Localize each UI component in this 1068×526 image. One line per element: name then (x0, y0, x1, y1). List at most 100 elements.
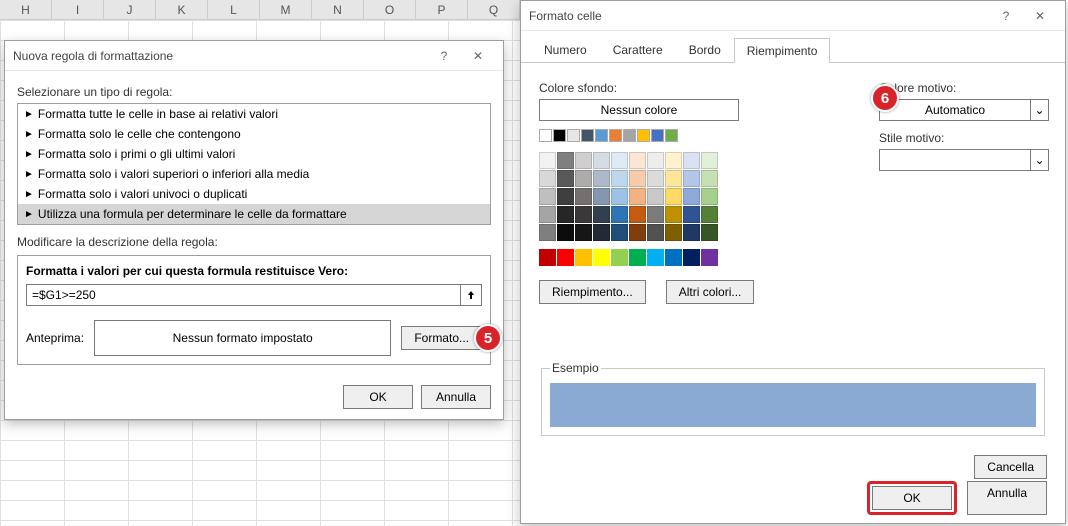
cancel-button[interactable]: Annulla (967, 481, 1047, 515)
pattern-style-select[interactable]: ⌄ (879, 149, 1049, 171)
color-swatch[interactable] (539, 170, 556, 187)
color-swatch[interactable] (593, 170, 610, 187)
color-swatch[interactable] (629, 249, 646, 266)
close-button[interactable]: ✕ (461, 44, 495, 68)
color-swatch[interactable] (557, 249, 574, 266)
tab-numero[interactable]: Numero (531, 37, 600, 62)
color-swatch[interactable] (609, 129, 622, 142)
color-swatch[interactable] (611, 224, 628, 241)
color-swatch[interactable] (623, 129, 636, 142)
color-swatch[interactable] (593, 206, 610, 223)
color-swatch[interactable] (557, 188, 574, 205)
color-swatch[interactable] (701, 206, 718, 223)
format-button[interactable]: Formato... (401, 326, 482, 350)
column-header[interactable]: H (0, 0, 52, 19)
color-swatch[interactable] (647, 152, 664, 169)
column-header[interactable]: O (364, 0, 416, 19)
color-swatch[interactable] (539, 188, 556, 205)
rule-type-item[interactable]: ►Formatta solo le celle che contengono (18, 124, 490, 144)
column-header[interactable]: M (260, 0, 312, 19)
color-swatch[interactable] (611, 170, 628, 187)
color-swatch[interactable] (593, 249, 610, 266)
color-swatch[interactable] (665, 170, 682, 187)
color-swatch[interactable] (611, 206, 628, 223)
color-swatch[interactable] (557, 152, 574, 169)
color-swatch[interactable] (595, 129, 608, 142)
color-swatch[interactable] (683, 188, 700, 205)
color-swatch[interactable] (593, 224, 610, 241)
color-swatch[interactable] (629, 152, 646, 169)
color-swatch[interactable] (553, 129, 566, 142)
color-swatch[interactable] (567, 129, 580, 142)
color-swatch[interactable] (539, 224, 556, 241)
color-swatch[interactable] (701, 249, 718, 266)
color-swatch[interactable] (611, 152, 628, 169)
color-swatch[interactable] (637, 129, 650, 142)
color-swatch[interactable] (647, 224, 664, 241)
color-swatch[interactable] (683, 249, 700, 266)
ok-button[interactable]: OK (343, 385, 413, 409)
close-button[interactable]: ✕ (1023, 4, 1057, 28)
color-swatch[interactable] (665, 249, 682, 266)
color-swatch[interactable] (557, 206, 574, 223)
column-header[interactable]: N (312, 0, 364, 19)
color-swatch[interactable] (665, 206, 682, 223)
ok-button[interactable]: OK (872, 486, 952, 510)
color-swatch[interactable] (701, 152, 718, 169)
color-swatch[interactable] (575, 152, 592, 169)
column-header[interactable]: K (156, 0, 208, 19)
color-swatch[interactable] (629, 206, 646, 223)
cancel-button[interactable]: Annulla (421, 385, 491, 409)
color-swatch[interactable] (647, 188, 664, 205)
help-button[interactable]: ? (989, 4, 1023, 28)
color-swatch[interactable] (647, 206, 664, 223)
rule-type-item[interactable]: ►Formatta tutte le celle in base ai rela… (18, 104, 490, 124)
rule-type-list[interactable]: ►Formatta tutte le celle in base ai rela… (17, 103, 491, 225)
color-swatch[interactable] (665, 224, 682, 241)
rule-type-item[interactable]: ►Formatta solo i valori superiori o infe… (18, 164, 490, 184)
column-header[interactable]: L (208, 0, 260, 19)
color-swatch[interactable] (539, 152, 556, 169)
color-swatch[interactable] (701, 188, 718, 205)
color-swatch[interactable] (665, 188, 682, 205)
color-swatch[interactable] (683, 224, 700, 241)
color-swatch[interactable] (539, 249, 556, 266)
color-swatch[interactable] (557, 170, 574, 187)
color-swatch[interactable] (701, 170, 718, 187)
color-swatch[interactable] (557, 224, 574, 241)
color-swatch[interactable] (701, 224, 718, 241)
color-swatch[interactable] (611, 249, 628, 266)
column-header[interactable]: J (104, 0, 156, 19)
color-swatch[interactable] (629, 224, 646, 241)
rule-type-item[interactable]: ►Formatta solo i valori univoci o duplic… (18, 184, 490, 204)
column-header[interactable]: Q (468, 0, 520, 19)
tab-bordo[interactable]: Bordo (676, 37, 734, 62)
color-swatch[interactable] (647, 249, 664, 266)
color-swatch[interactable] (647, 170, 664, 187)
color-swatch[interactable] (593, 188, 610, 205)
fill-effects-button[interactable]: Riempimento... (539, 280, 646, 304)
color-swatch[interactable] (629, 170, 646, 187)
help-button[interactable]: ? (427, 44, 461, 68)
tab-riempimento[interactable]: Riempimento (734, 38, 831, 63)
tab-carattere[interactable]: Carattere (600, 37, 676, 62)
color-swatch[interactable] (683, 170, 700, 187)
color-swatch[interactable] (611, 188, 628, 205)
color-swatch[interactable] (665, 152, 682, 169)
background-color-value[interactable]: Nessun colore (539, 99, 739, 121)
pattern-color-select[interactable]: Automatico ⌄ (879, 99, 1049, 121)
color-swatch[interactable] (683, 206, 700, 223)
column-header[interactable]: P (416, 0, 468, 19)
more-colors-button[interactable]: Altri colori... (666, 280, 755, 304)
range-picker-button[interactable] (460, 284, 482, 306)
color-swatch[interactable] (539, 206, 556, 223)
rule-type-item[interactable]: ►Utilizza una formula per determinare le… (18, 204, 490, 224)
color-swatch[interactable] (539, 129, 552, 142)
color-swatch[interactable] (581, 129, 594, 142)
clear-button[interactable]: Cancella (974, 455, 1047, 479)
color-swatch[interactable] (575, 224, 592, 241)
formula-input[interactable] (26, 284, 460, 306)
color-swatch[interactable] (629, 188, 646, 205)
color-swatch[interactable] (575, 206, 592, 223)
color-swatch[interactable] (575, 249, 592, 266)
